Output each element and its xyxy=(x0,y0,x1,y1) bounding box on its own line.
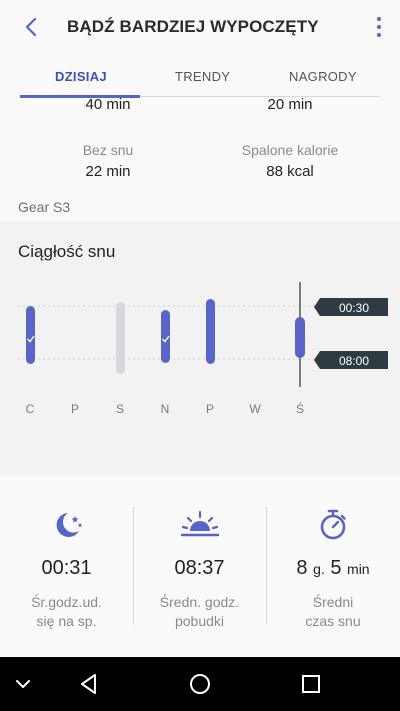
back-arrow-icon[interactable] xyxy=(18,13,46,41)
day-label: N xyxy=(161,402,170,416)
summary-duration: 8 g. 5 min Średni czas snu xyxy=(266,477,400,657)
wake-tag-text: 08:00 xyxy=(339,354,369,368)
sleep-stats: 40 min 20 min Bez snu 22 min Spalone kal… xyxy=(0,96,400,220)
stat-awake-value: 22 min xyxy=(85,163,131,180)
avg-waketime-value: 08:37 xyxy=(174,557,225,579)
avg-duration-value: 8 g. 5 min xyxy=(296,557,370,579)
tab-bar: DZISIAJ TRENDY NAGRODY xyxy=(0,54,400,98)
consistency-chart: 00:30 08:00 C P S N P W Ś xyxy=(18,282,388,416)
avg-duration-label: Średni czas snu xyxy=(305,594,361,629)
day-label: W xyxy=(249,402,261,416)
bar-day-3 xyxy=(116,302,125,374)
bedtime-marker xyxy=(295,319,305,329)
more-vert-icon[interactable] xyxy=(372,14,386,40)
mid-marker xyxy=(295,337,305,347)
day-label: Ś xyxy=(296,401,304,416)
sunrise-icon xyxy=(180,510,219,537)
tab-trends[interactable]: TRENDY xyxy=(175,69,230,84)
stat-top-right-value: 20 min xyxy=(267,96,313,113)
bedtime-tag-text: 00:30 xyxy=(339,301,369,315)
page-title: BĄDŹ BARDZIEJ WYPOCZĘTY xyxy=(67,17,319,36)
stat-top-left-value: 40 min xyxy=(85,96,131,113)
tab-today[interactable]: DZISIAJ xyxy=(55,69,107,84)
app-bar: BĄDŹ BARDZIEJ WYPOCZĘTY xyxy=(0,0,400,54)
avg-bedtime-value: 00:31 xyxy=(41,557,92,579)
system-nav-bar xyxy=(0,657,400,711)
avg-bedtime-label: Śr.godz.ud. się na sp. xyxy=(31,594,102,629)
day-label: S xyxy=(116,402,124,416)
summary-bedtime: 00:31 Śr.godz.ud. się na sp. xyxy=(0,477,133,657)
day-label: C xyxy=(26,402,35,416)
summary-waketime: 08:37 Średn. godz. pobudki xyxy=(133,477,266,657)
back-triangle-icon[interactable] xyxy=(74,669,104,699)
day-label: P xyxy=(206,402,214,416)
bar-day-1 xyxy=(26,306,35,364)
moon-stars-icon xyxy=(56,513,82,537)
stat-calories-label: Spalone kalorie xyxy=(241,142,339,158)
tab-rewards[interactable]: NAGRODY xyxy=(289,69,357,84)
home-circle-icon[interactable] xyxy=(185,669,215,699)
avg-waketime-label: Średn. godz. pobudki xyxy=(159,594,240,629)
stopwatch-icon xyxy=(320,509,346,540)
stat-calories-value: 88 kcal xyxy=(266,163,314,180)
bar-day-5 xyxy=(206,299,215,364)
day-label: P xyxy=(71,402,79,416)
wake-marker xyxy=(295,348,305,358)
chevron-down-icon[interactable] xyxy=(8,669,38,699)
stat-awake-label: Bez snu xyxy=(82,142,134,158)
recents-square-icon[interactable] xyxy=(296,669,326,699)
sleep-consistency-card[interactable]: Ciągłość snu 00:30 08:00 C P S N P W Ś xyxy=(0,222,400,474)
device-name: Gear S3 xyxy=(18,199,71,215)
sleep-summary: 00:31 Śr.godz.ud. się na sp. 08:37 Średn… xyxy=(0,477,400,657)
